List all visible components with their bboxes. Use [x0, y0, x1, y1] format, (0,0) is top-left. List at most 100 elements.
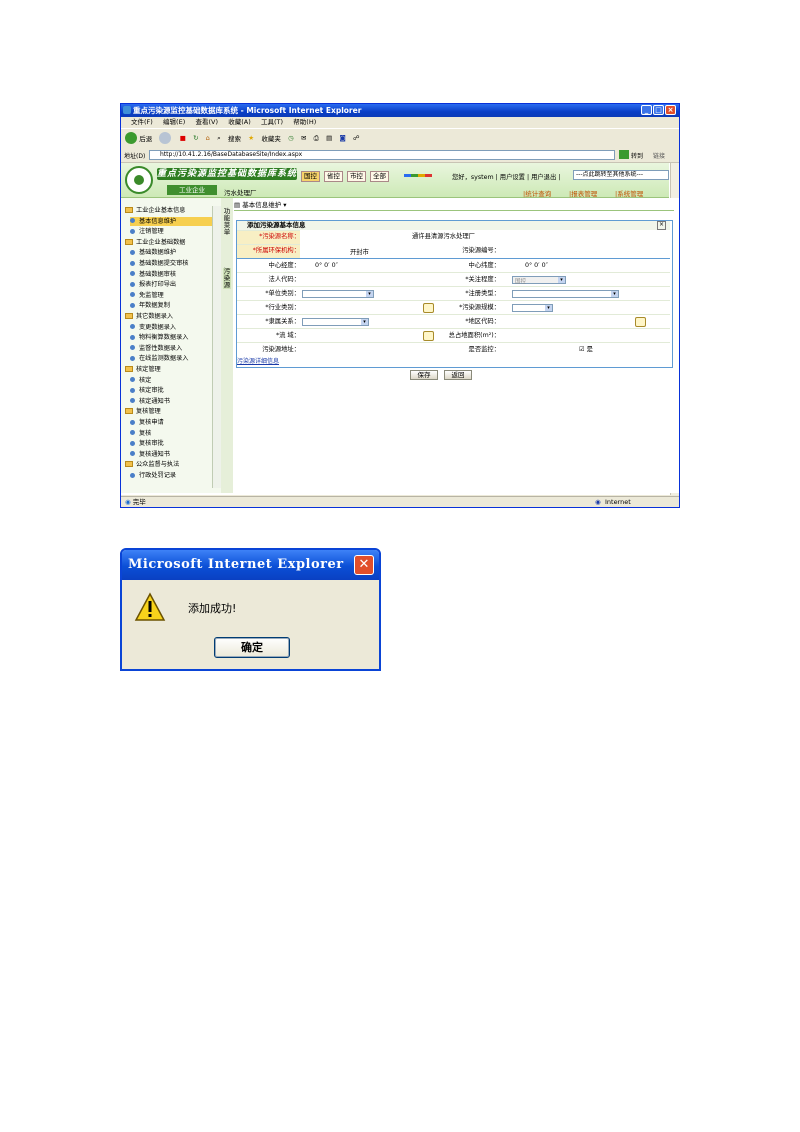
nav-item[interactable]: 核定通知书 — [130, 397, 170, 406]
bullet-icon — [130, 387, 135, 393]
mail-icon[interactable]: ✉ — [301, 134, 306, 142]
reg-type-select[interactable]: ▾ — [512, 290, 619, 298]
nav-item[interactable]: 监督性数据录入 — [130, 344, 182, 353]
monitored-value: 是 — [586, 346, 593, 353]
nav-item[interactable]: 复核审批 — [130, 439, 164, 448]
history-icon[interactable]: ◷ — [288, 134, 294, 142]
menu-tools[interactable]: 工具(T) — [261, 117, 283, 128]
link-reports[interactable]: |报表管理 — [569, 188, 597, 198]
home-icon[interactable]: ⌂ — [206, 134, 210, 142]
back-icon[interactable] — [125, 132, 137, 144]
discuss-icon[interactable]: ☍ — [353, 134, 360, 142]
nav-item[interactable]: 物料衡算数据录入 — [130, 333, 189, 342]
folder-icon — [125, 408, 133, 415]
nav-scrollbar[interactable] — [212, 206, 221, 488]
nav-group[interactable]: 工业企业基本信息 — [125, 206, 186, 215]
nav-item[interactable]: 免监管理 — [130, 291, 164, 300]
nav-item[interactable]: 复核申请 — [130, 418, 164, 427]
side-tab-source[interactable]: 污染源 — [223, 268, 231, 289]
print-icon[interactable]: ⎙ — [314, 134, 319, 143]
form-close-icon[interactable]: × — [657, 221, 666, 230]
menu-help[interactable]: 帮助(H) — [293, 117, 316, 128]
nav-item[interactable]: 核定 — [130, 376, 151, 385]
nav-item[interactable]: 基础数据维护 — [130, 248, 176, 257]
tab-basic-info[interactable]: ▤ 基本信息维护 ▾ — [234, 200, 674, 211]
lng-value[interactable]: 0° 0′ 0″ — [315, 259, 338, 273]
scope-city[interactable]: 市控 — [347, 171, 366, 182]
scope-all[interactable]: 全部 — [370, 171, 389, 182]
lat-value[interactable]: 0° 0′ 0″ — [525, 259, 548, 273]
monitored-checkbox[interactable]: ☑ 是 — [579, 343, 593, 357]
scale-label: *污染源规模： — [459, 304, 500, 311]
save-button[interactable]: 保存 — [410, 370, 438, 380]
minimize-icon[interactable]: _ — [641, 105, 652, 115]
nav-item[interactable]: 基础数据审核 — [130, 270, 176, 279]
nav-item[interactable]: 行政处罚记录 — [130, 471, 176, 480]
links-button[interactable]: 链接 — [653, 151, 665, 160]
nav-item[interactable]: 年数据复制 — [130, 301, 170, 310]
nav-group[interactable]: 其它数据录入 — [125, 312, 173, 321]
nav-item[interactable]: 报表打印导出 — [130, 280, 176, 289]
greeting[interactable]: 您好，system | 用户设置 | 用户退出 | — [452, 172, 560, 181]
menu-favorites[interactable]: 收藏(A) — [228, 117, 251, 128]
scope-province[interactable]: 省控 — [324, 171, 343, 182]
nav-label: 注销管理 — [139, 228, 164, 236]
dialog-title-bar: Microsoft Internet Explorer ✕ — [122, 550, 379, 580]
nav-item[interactable]: 基础数据提交审核 — [130, 259, 189, 268]
refresh-icon[interactable]: ↻ — [193, 134, 198, 142]
nav-item[interactable]: 复核 — [130, 429, 151, 438]
nav-item[interactable]: 核定审批 — [130, 386, 164, 395]
favorites-button[interactable]: 收藏夹 — [261, 133, 281, 143]
forward-icon[interactable] — [159, 132, 172, 144]
link-system[interactable]: |系统管理 — [615, 188, 643, 198]
scope-national[interactable]: 国控 — [301, 171, 320, 182]
name-value[interactable]: 通许县清源污水处理厂 — [412, 230, 475, 244]
search-icon[interactable]: ⌕ — [217, 134, 221, 143]
search-button[interactable]: 搜索 — [228, 133, 241, 143]
bullet-icon — [130, 355, 135, 361]
go-button[interactable]: 转到 — [631, 151, 643, 160]
menu-view[interactable]: 查看(V) — [195, 117, 218, 128]
dialog-close-icon[interactable]: ✕ — [354, 555, 374, 575]
folder-icon — [125, 313, 133, 319]
side-tab-menu[interactable]: 功能菜单 — [223, 208, 231, 236]
status-text: 完毕 — [132, 498, 146, 506]
basin-picker-icon[interactable] — [423, 331, 434, 341]
detail-link[interactable]: 污染源详细信息 — [237, 356, 279, 365]
nav-group[interactable]: 公众监督与执法 — [125, 460, 179, 469]
nav-group[interactable]: 核定管理 — [125, 365, 161, 374]
status-bar: ◉ 完毕 ◉ Internet — [121, 496, 679, 507]
link-statistics[interactable]: |统计查询 — [523, 188, 551, 198]
scale-select[interactable]: ▾ — [512, 304, 553, 312]
nav-item[interactable]: 在线监测数据录入 — [130, 354, 189, 363]
affil-select[interactable]: ▾ — [302, 318, 369, 326]
left-nav: 工业企业基本信息 基本信息维护注销管理工业企业基础数据 基础数据维护基础数据提交审核… — [121, 198, 222, 493]
unit-type-select[interactable]: ▾ — [302, 290, 374, 298]
region-picker-icon[interactable] — [635, 317, 646, 327]
menu-edit[interactable]: 编辑(E) — [163, 117, 185, 128]
close-icon[interactable]: × — [665, 105, 676, 115]
attention-select[interactable]: 国控 ▾ — [512, 276, 566, 285]
nav-group[interactable]: 复核管理 — [125, 407, 161, 416]
system-jump-select[interactable]: ---点此跳转至其他系统--- — [573, 170, 669, 180]
stop-icon[interactable]: ■ — [180, 134, 186, 142]
messenger-icon[interactable]: ◙ — [339, 134, 345, 142]
industry-label: *行业类别： — [265, 304, 300, 311]
ok-button[interactable]: 确定 — [214, 637, 290, 658]
back-button-form[interactable]: 返回 — [444, 370, 472, 380]
nav-group[interactable]: 工业企业基础数据 — [125, 238, 186, 247]
maximize-icon[interactable]: □ — [653, 105, 664, 115]
nav-item[interactable]: 注销管理 — [130, 227, 164, 236]
tab-industry[interactable]: 工业企业 — [167, 185, 217, 195]
nav-item[interactable]: 基本信息维护 — [130, 216, 212, 226]
edit-icon[interactable]: ▤ — [326, 134, 332, 142]
nav-item[interactable]: 复核通知书 — [130, 450, 170, 459]
favorites-icon[interactable]: ★ — [248, 134, 254, 142]
go-icon[interactable] — [619, 150, 629, 159]
nav-item[interactable]: 变更数据录入 — [130, 323, 176, 332]
back-button[interactable]: 后退 — [139, 133, 152, 143]
address-label: 污染源地址： — [262, 346, 300, 353]
address-input[interactable]: http://10.41.2.16/BaseDatabaseSite/Index… — [149, 150, 615, 160]
industry-picker-icon[interactable] — [423, 303, 434, 313]
menu-file[interactable]: 文件(F) — [131, 117, 153, 128]
